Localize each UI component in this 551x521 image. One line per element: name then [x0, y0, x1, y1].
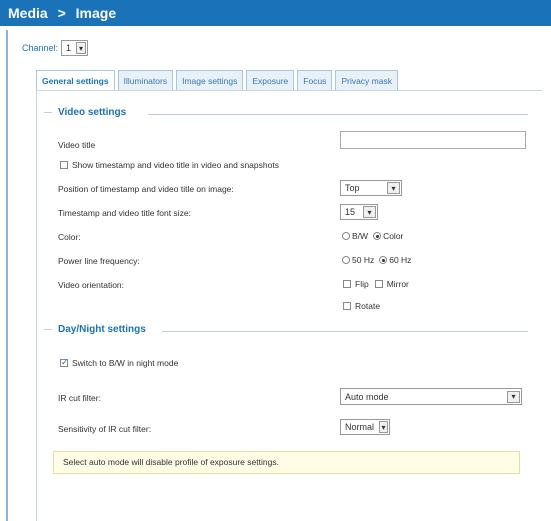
chevron-down-icon: ▾ [387, 182, 400, 194]
breadcrumb-separator: > [57, 5, 66, 21]
orientation-row-2: Rotate [343, 301, 380, 311]
power-line-radio-group: 50 Hz 60 Hz [342, 255, 411, 265]
channel-row: Channel: 1 ▾ [22, 40, 89, 56]
show-timestamp-checkbox[interactable] [60, 161, 68, 169]
tab-image-settings[interactable]: Image settings [176, 70, 244, 90]
chevron-down-icon: ▾ [507, 390, 520, 403]
color-bw-radio[interactable] [342, 232, 350, 240]
tab-general-settings[interactable]: General settings [36, 70, 115, 90]
breadcrumb-image: Image [75, 5, 117, 21]
switch-bw-label: Switch to B/W in night mode [72, 358, 179, 368]
position-value: Top [345, 183, 360, 193]
power-60hz-label: 60 Hz [389, 255, 412, 265]
font-size-value: 15 [345, 207, 356, 217]
orientation-label: Video orientation: [58, 280, 125, 290]
power-line-label: Power line frequency: [58, 256, 140, 266]
chevron-down-icon: ▾ [363, 206, 376, 218]
day-night-title: Day/Night settings [58, 324, 146, 335]
font-size-select[interactable]: 15 ▾ [340, 204, 378, 220]
channel-select[interactable]: 1 ▾ [61, 40, 89, 56]
video-title-label: Video title [58, 140, 96, 150]
orientation-row-1: Flip Mirror [343, 279, 409, 289]
chevron-down-icon: ▾ [379, 421, 388, 433]
sensitivity-label: Sensitivity of IR cut filter: [58, 424, 152, 434]
heading-rule [44, 112, 52, 113]
channel-value: 1 [66, 43, 72, 53]
position-label: Position of timestamp and video title on… [58, 184, 234, 194]
left-accent-line [6, 30, 8, 521]
show-timestamp-row: Show timestamp and video title in video … [60, 160, 279, 170]
mirror-checkbox[interactable] [374, 280, 383, 288]
mirror-label: Mirror [386, 279, 409, 289]
tab-exposure[interactable]: Exposure [246, 70, 295, 90]
flip-label: Flip [355, 279, 369, 289]
power-50hz-radio[interactable] [342, 256, 350, 264]
page-title-bar: Media > Image [0, 0, 551, 26]
video-title-input[interactable] [340, 131, 526, 149]
ir-cut-label: IR cut filter: [58, 393, 101, 403]
sensitivity-value: Normal [345, 422, 375, 432]
tab-privacy-mask[interactable]: Privacy mask [335, 70, 398, 90]
heading-rule [44, 329, 52, 330]
flip-checkbox[interactable] [343, 280, 351, 288]
position-select[interactable]: Top ▾ [340, 180, 402, 196]
ir-cut-select[interactable]: Auto mode ▾ [340, 388, 522, 405]
rotate-checkbox[interactable] [343, 302, 351, 310]
color-bw-label: B/W [352, 231, 369, 241]
show-timestamp-label: Show timestamp and video title in video … [72, 160, 279, 170]
color-label: Color: [58, 232, 81, 242]
power-50hz-label: 50 Hz [352, 255, 375, 265]
tab-bar: General settings Illuminators Image sett… [36, 70, 398, 90]
section-divider [162, 331, 528, 332]
ir-cut-value: Auto mode [345, 391, 389, 402]
color-color-label: Color [383, 231, 404, 241]
section-divider [148, 114, 528, 115]
auto-mode-notice: Select auto mode will disable profile of… [53, 451, 520, 474]
video-settings-heading: Video settings [44, 107, 126, 118]
font-size-label: Timestamp and video title font size: [58, 208, 191, 218]
rotate-label: Rotate [355, 301, 381, 311]
chevron-down-icon: ▾ [76, 42, 87, 54]
tab-focus[interactable]: Focus [297, 70, 333, 90]
switch-bw-row: Switch to B/W in night mode [60, 357, 179, 368]
color-color-radio[interactable] [373, 232, 382, 240]
switch-bw-checkbox[interactable] [60, 357, 69, 368]
tab-illuminators[interactable]: Illuminators [117, 70, 174, 90]
color-radio-group: B/W Color [342, 231, 403, 241]
sensitivity-select[interactable]: Normal ▾ [340, 419, 390, 435]
video-settings-title: Video settings [58, 107, 127, 118]
power-60hz-radio[interactable] [379, 256, 388, 264]
breadcrumb-media[interactable]: Media [8, 5, 48, 21]
day-night-heading: Day/Night settings [44, 324, 146, 335]
channel-label: Channel: [22, 43, 59, 53]
